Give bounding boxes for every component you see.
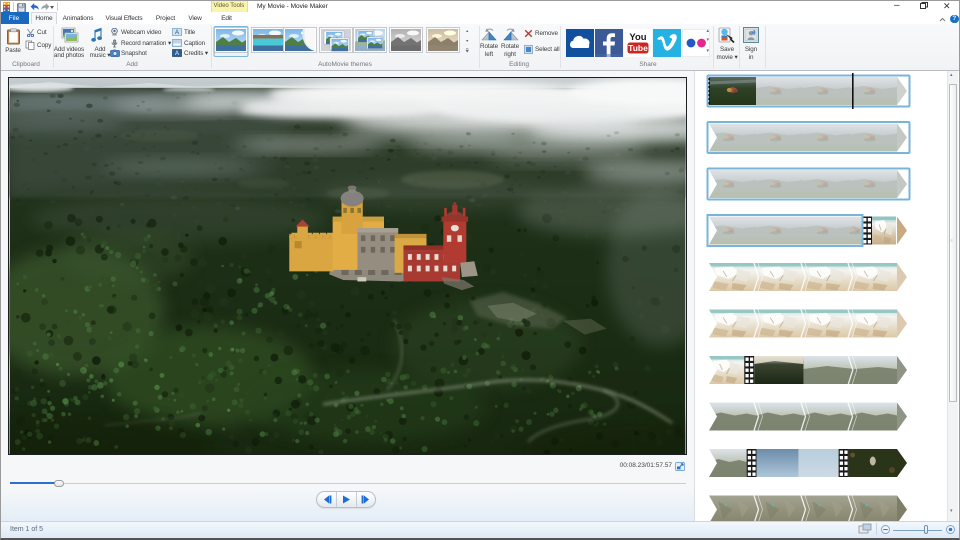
svg-text:A: A xyxy=(175,30,179,36)
svg-text:You: You xyxy=(629,32,646,43)
svg-text:A: A xyxy=(175,51,179,57)
svg-text:Tube: Tube xyxy=(628,43,648,53)
